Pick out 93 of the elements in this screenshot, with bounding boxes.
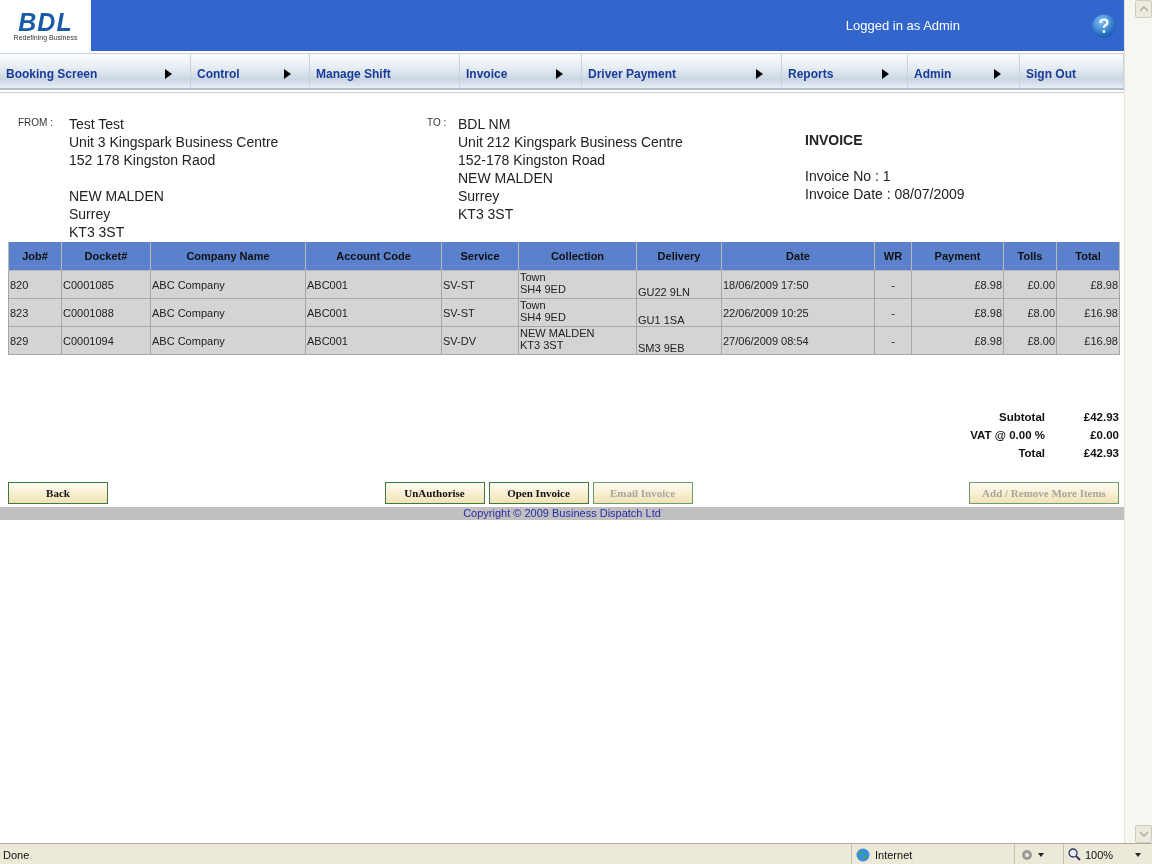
table-cell: C0001094 xyxy=(61,326,151,355)
address-line: KT3 3ST xyxy=(69,223,126,241)
table-cell: 18/06/2009 17:50 xyxy=(721,270,875,299)
up-chevron-icon xyxy=(1139,6,1148,12)
total-label: Subtotal xyxy=(998,411,1045,423)
down-chevron-icon xyxy=(1139,831,1148,837)
column-header: WR xyxy=(874,242,912,271)
globe-icon xyxy=(856,847,870,862)
column-header: Delivery xyxy=(636,242,722,271)
copyright-footer: Copyright © 2009 Business Dispatch Ltd xyxy=(0,507,1124,520)
column-header: Payment xyxy=(911,242,1004,271)
column-header: Service xyxy=(441,242,519,271)
address-line: 152-178 Kingston Road xyxy=(458,151,607,169)
table-cell: ABC001 xyxy=(305,326,442,355)
total-label: VAT @ 0.00 % xyxy=(970,429,1045,441)
status-text: Done xyxy=(2,848,31,861)
recipient-name: BDL NM xyxy=(458,115,512,133)
caret-icon[interactable] xyxy=(1135,852,1142,857)
table-cell: £16.98 xyxy=(1056,298,1120,327)
nav-menu-item[interactable]: Driver Payment xyxy=(582,54,782,88)
nav-menu-item[interactable]: Invoice xyxy=(460,54,582,88)
address-line: KT3 3ST xyxy=(458,205,515,223)
security-zone: Internet xyxy=(875,848,913,861)
table-cell: C0001088 xyxy=(61,298,151,327)
table-cell: 27/06/2009 08:54 xyxy=(721,326,875,355)
address-line: NEW MALDEN xyxy=(458,169,554,187)
table-cell: ABC Company xyxy=(150,298,306,327)
table-cell: 829 xyxy=(8,326,62,355)
submenu-arrow-icon xyxy=(165,69,172,79)
table-cell: 22/06/2009 10:25 xyxy=(721,298,875,327)
table-cell: NEW MALDEN KT3 3ST xyxy=(518,326,637,355)
submenu-arrow-icon xyxy=(882,69,889,79)
submenu-arrow-icon xyxy=(994,69,1001,79)
table-cell: ABC Company xyxy=(150,270,306,299)
table-cell: SV-DV xyxy=(441,326,519,355)
table-cell: 820 xyxy=(8,270,62,299)
column-header: Total xyxy=(1056,242,1120,271)
from-label: FROM : xyxy=(18,116,54,130)
total-label: Total xyxy=(1017,447,1045,459)
column-header: Company Name xyxy=(150,242,306,271)
table-cell: GU1 1SA xyxy=(636,298,722,327)
table-cell: C0001085 xyxy=(61,270,151,299)
total-value: £42.93 xyxy=(1082,411,1119,423)
action-button[interactable]: UnAuthorise xyxy=(384,482,485,504)
login-status: Logged in as Admin xyxy=(845,18,960,33)
invoice-title: INVOICE xyxy=(805,131,864,149)
column-header: Tolls xyxy=(1003,242,1057,271)
table-cell: £8.98 xyxy=(911,326,1004,355)
submenu-arrow-icon xyxy=(756,69,763,79)
caret-icon[interactable] xyxy=(1038,852,1044,857)
table-cell: £8.98 xyxy=(911,270,1004,299)
nav-menu-item[interactable]: Manage Shift xyxy=(310,54,460,88)
column-header: Collection xyxy=(518,242,637,271)
address-line: Surrey xyxy=(69,205,112,223)
table-cell: Town SH4 9ED xyxy=(518,298,637,327)
address-line: NEW MALDEN xyxy=(69,187,165,205)
table-cell: £16.98 xyxy=(1056,326,1120,355)
table-cell: ABC001 xyxy=(305,270,442,299)
table-cell: £8.98 xyxy=(1056,270,1120,299)
total-value: £42.93 xyxy=(1082,447,1119,459)
table-cell: £8.98 xyxy=(911,298,1004,327)
zoom-icon[interactable] xyxy=(1068,848,1081,861)
table-cell: SV-ST xyxy=(441,270,519,299)
nav-menu-item[interactable]: Control xyxy=(191,54,310,88)
total-value: £0.00 xyxy=(1089,429,1119,441)
help-icon[interactable] xyxy=(1092,13,1116,38)
to-label: TO : xyxy=(427,116,448,130)
table-cell: ABC001 xyxy=(305,298,442,327)
address-line: Unit 212 Kingspark Business Centre xyxy=(458,133,683,151)
nav-menu-item[interactable]: Admin xyxy=(908,54,1020,88)
action-button[interactable]: Open Invoice xyxy=(488,482,589,504)
table-cell: Town SH4 9ED xyxy=(518,270,637,299)
address-line: Unit 3 Kingspark Business Centre xyxy=(69,133,279,151)
table-cell: SV-ST xyxy=(441,298,519,327)
submenu-arrow-icon xyxy=(284,69,291,79)
column-header: Date xyxy=(721,242,875,271)
column-header: Account Code xyxy=(305,242,442,271)
table-cell: GU22 9LN xyxy=(636,270,722,299)
submenu-arrow-icon xyxy=(556,69,563,79)
nav-menu-item[interactable]: Reports xyxy=(782,54,908,88)
table-cell: 823 xyxy=(8,298,62,327)
sender-name: Test Test xyxy=(69,115,125,133)
table-cell: SM3 9EB xyxy=(636,326,722,355)
column-header: Docket# xyxy=(61,242,151,271)
invoice-date: Invoice Date : 08/07/2009 xyxy=(805,185,965,203)
address-line: Surrey xyxy=(458,187,501,205)
invoice-number: Invoice No : 1 xyxy=(805,167,892,185)
address-line: 152 178 Kingston Raod xyxy=(69,151,217,169)
table-cell: ABC Company xyxy=(150,326,306,355)
action-button[interactable]: Back xyxy=(8,482,108,504)
zoom-level[interactable]: 100% xyxy=(1085,848,1114,861)
nav-menu-item[interactable]: Booking Screen xyxy=(0,54,191,88)
column-header: Job# xyxy=(8,242,62,271)
